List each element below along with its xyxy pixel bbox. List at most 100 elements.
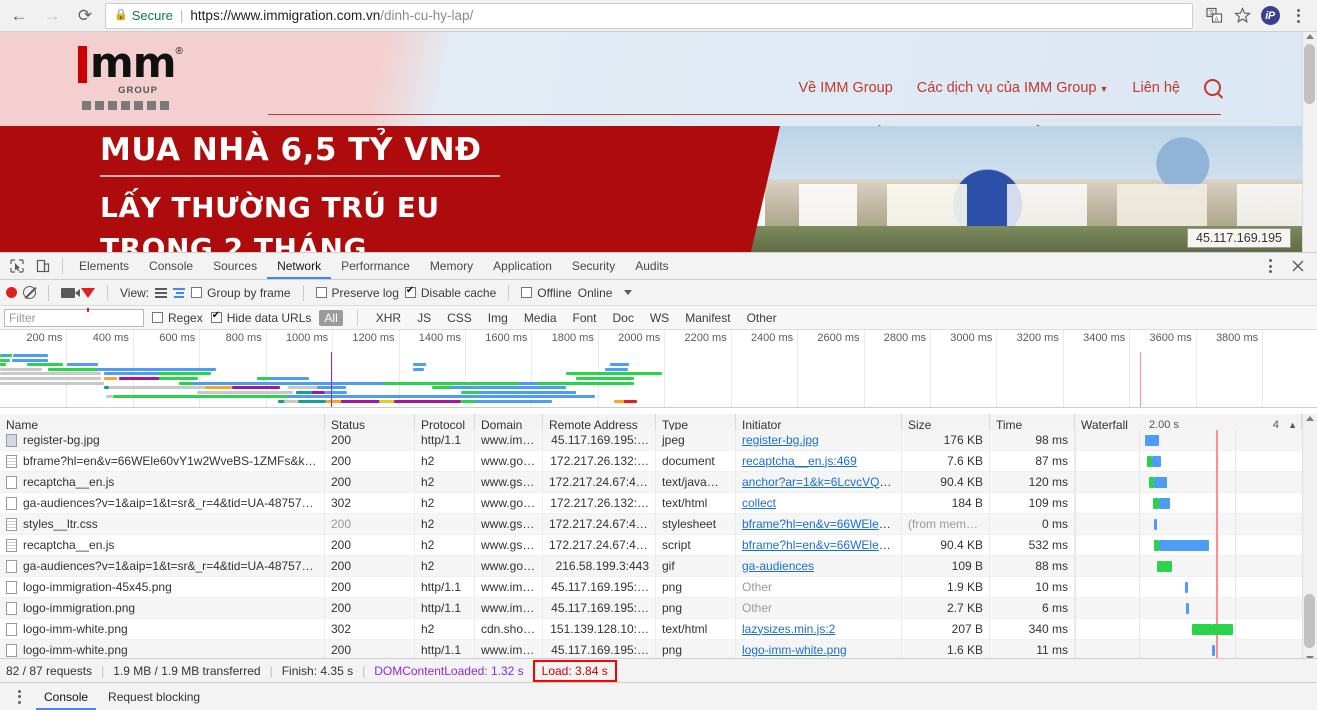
cell-name[interactable]: styles__ltr.css xyxy=(0,513,325,535)
translate-icon[interactable]: 文A xyxy=(1201,3,1227,29)
drawer-tab-request-blocking[interactable]: Request blocking xyxy=(100,684,208,710)
type-filter-manifest[interactable]: Manifest xyxy=(681,311,734,325)
list-view-icon[interactable] xyxy=(155,287,168,298)
initiator-link[interactable]: recaptcha__en.js:469 xyxy=(742,454,857,468)
three-dot-menu-icon[interactable] xyxy=(1257,254,1283,278)
initiator-link[interactable]: anchor?ar=1&k=6LcvcVQUA… xyxy=(742,475,901,489)
waterfall-view-icon[interactable] xyxy=(173,287,186,298)
star-icon[interactable] xyxy=(1229,3,1255,29)
address-bar[interactable]: 🔒 Secure | https://www.immigration.com.v… xyxy=(105,2,1193,29)
tab-elements[interactable]: Elements xyxy=(69,253,139,279)
type-filter-media[interactable]: Media xyxy=(520,311,561,325)
cell-name[interactable]: register-bg.jpg xyxy=(0,429,325,451)
cell-time: 87 ms xyxy=(990,450,1075,472)
cell-name[interactable]: logo-imm-white.png xyxy=(0,618,325,640)
tab-performance[interactable]: Performance xyxy=(331,253,420,279)
network-overview-timeline[interactable]: 200 ms 400 ms 600 ms 800 ms 1000 ms 1200 ms 14… xyxy=(0,330,1317,408)
hide-data-urls-checkbox[interactable]: Hide data URLs xyxy=(210,310,311,325)
cell-name[interactable]: ga-audiences?v=1&aip=1&t=sr&_r=4&tid=UA-… xyxy=(0,555,325,577)
three-dot-menu-icon[interactable] xyxy=(1285,3,1311,29)
table-row[interactable]: styles__ltr.css 200 h2 www.gs… 172.217.24.67… xyxy=(0,513,1317,535)
initiator-link[interactable]: register-bg.jpg xyxy=(742,433,819,447)
nav-item-ve-imm-group[interactable]: Về IMM Group xyxy=(799,80,893,96)
nav-item-lien-he[interactable]: Liên hệ xyxy=(1132,80,1180,96)
overview-request-bar xyxy=(109,386,206,390)
initiator-link[interactable]: collect xyxy=(742,496,776,510)
table-row[interactable]: logo-immigration.png 200 http/1.1 www.im… 45… xyxy=(0,597,1317,619)
cell-name[interactable]: logo-immigration-45x45.png xyxy=(0,576,325,598)
extension-icon[interactable]: iP xyxy=(1257,3,1283,29)
initiator-link[interactable]: bframe?hl=en&v=66WEle60… xyxy=(742,517,901,531)
clear-icon[interactable] xyxy=(23,286,36,299)
three-dot-menu-icon[interactable] xyxy=(6,685,32,709)
type-filter-font[interactable]: Font xyxy=(569,311,601,325)
record-button[interactable] xyxy=(6,287,17,298)
inspect-element-icon[interactable] xyxy=(4,254,30,278)
cell-name[interactable]: logo-immigration.png xyxy=(0,597,325,619)
offline-checkbox[interactable]: Offline xyxy=(521,286,572,300)
cell-name[interactable]: recaptcha__en.js xyxy=(0,534,325,556)
scroll-up-arrow-icon[interactable] xyxy=(1306,34,1314,39)
scroll-up-arrow-icon[interactable] xyxy=(1306,416,1314,421)
preserve-log-checkbox[interactable]: Preserve log xyxy=(315,286,399,300)
reload-icon[interactable]: ⟳ xyxy=(71,2,99,30)
cell-name[interactable]: ga-audiences?v=1&aip=1&t=sr&_r=4&tid=UA-… xyxy=(0,492,325,514)
tab-sources[interactable]: Sources xyxy=(203,253,267,279)
close-icon[interactable] xyxy=(1285,254,1311,278)
capture-screenshots-icon[interactable] xyxy=(61,287,80,298)
table-row[interactable]: ga-audiences?v=1&aip=1&t=sr&_r=4&tid=UA-… xyxy=(0,492,1317,514)
table-row[interactable]: recaptcha__en.js 200 h2 www.gs… 172.217.24.6… xyxy=(0,471,1317,493)
throttling-select-value[interactable]: Online xyxy=(578,286,613,300)
overview-tick-label: 200 ms xyxy=(26,332,63,344)
type-filter-css[interactable]: CSS xyxy=(443,311,476,325)
table-row[interactable]: register-bg.jpg 200 http/1.1 www.im… 45.117.… xyxy=(0,429,1317,451)
search-icon[interactable] xyxy=(1204,79,1221,96)
type-filter-all[interactable]: All xyxy=(319,309,343,326)
table-scrollbar[interactable] xyxy=(1302,414,1317,663)
initiator-link[interactable]: ga-audiences xyxy=(742,559,814,573)
cell-name[interactable]: recaptcha__en.js xyxy=(0,471,325,493)
filter-icon[interactable] xyxy=(81,287,95,312)
initiator-link[interactable]: lazysizes.min.js:2 xyxy=(742,622,835,636)
forward-arrow-icon[interactable]: → xyxy=(38,2,66,30)
type-filter-js[interactable]: JS xyxy=(413,311,435,325)
tab-application[interactable]: Application xyxy=(483,253,562,279)
toggle-device-toolbar-icon[interactable] xyxy=(30,254,56,278)
tab-network[interactable]: Network xyxy=(267,253,331,279)
drawer-tab-console[interactable]: Console xyxy=(36,684,96,710)
group-by-frame-label: Group by frame xyxy=(207,285,291,300)
filter-input[interactable]: Filter xyxy=(4,308,144,327)
table-row[interactable]: logo-immigration-45x45.png 200 http/1.1 www… xyxy=(0,576,1317,598)
table-scrollbar-thumb[interactable] xyxy=(1304,594,1315,648)
tab-security[interactable]: Security xyxy=(562,253,625,279)
type-filter-img[interactable]: Img xyxy=(484,311,512,325)
tab-memory[interactable]: Memory xyxy=(420,253,483,279)
page-scrollbar[interactable] xyxy=(1302,32,1317,252)
type-filter-xhr[interactable]: XHR xyxy=(372,311,405,325)
type-filter-doc[interactable]: Doc xyxy=(609,311,638,325)
chevron-down-icon[interactable] xyxy=(624,290,633,295)
cell-name[interactable]: bframe?hl=en&v=66WEle60vY1w2WveBS-1ZMFs&… xyxy=(0,450,325,472)
table-row[interactable]: recaptcha__en.js 200 h2 www.gs… 172.217.24.6… xyxy=(0,534,1317,556)
table-row[interactable]: logo-imm-white.png 302 h2 cdn.shor… 151.139.… xyxy=(0,618,1317,640)
type-filter-ws[interactable]: WS xyxy=(646,311,673,325)
tab-audits[interactable]: Audits xyxy=(625,253,678,279)
imm-group-logo[interactable]: mm ® GROUP xyxy=(78,42,188,110)
type-filter-other[interactable]: Other xyxy=(743,311,781,325)
group-by-frame-checkbox[interactable]: Group by frame xyxy=(191,285,291,300)
waterfall-gridline xyxy=(1235,534,1236,556)
file-type-icon xyxy=(6,622,17,636)
regex-checkbox[interactable]: Regex xyxy=(152,311,203,325)
waterfall-gridline xyxy=(1075,513,1076,535)
cell-initiator: Other xyxy=(736,597,902,619)
page-scrollbar-thumb[interactable] xyxy=(1304,44,1315,104)
table-row[interactable]: bframe?hl=en&v=66WEle60vY1w2WveBS-1ZMFs&… xyxy=(0,450,1317,472)
overview-request-bar xyxy=(205,386,233,390)
initiator-link[interactable]: bframe?hl=en&v=66WEle60… xyxy=(742,538,901,552)
tab-console[interactable]: Console xyxy=(139,253,203,279)
nav-item-cac-dich-vu[interactable]: Các dịch vụ của IMM Group ▼ xyxy=(917,80,1109,96)
disable-cache-checkbox[interactable]: Disable cache xyxy=(404,285,496,300)
back-arrow-icon[interactable]: ← xyxy=(5,2,33,30)
initiator-link[interactable]: logo-imm-white.png xyxy=(742,643,847,657)
table-row[interactable]: ga-audiences?v=1&aip=1&t=sr&_r=4&tid=UA-… xyxy=(0,555,1317,577)
